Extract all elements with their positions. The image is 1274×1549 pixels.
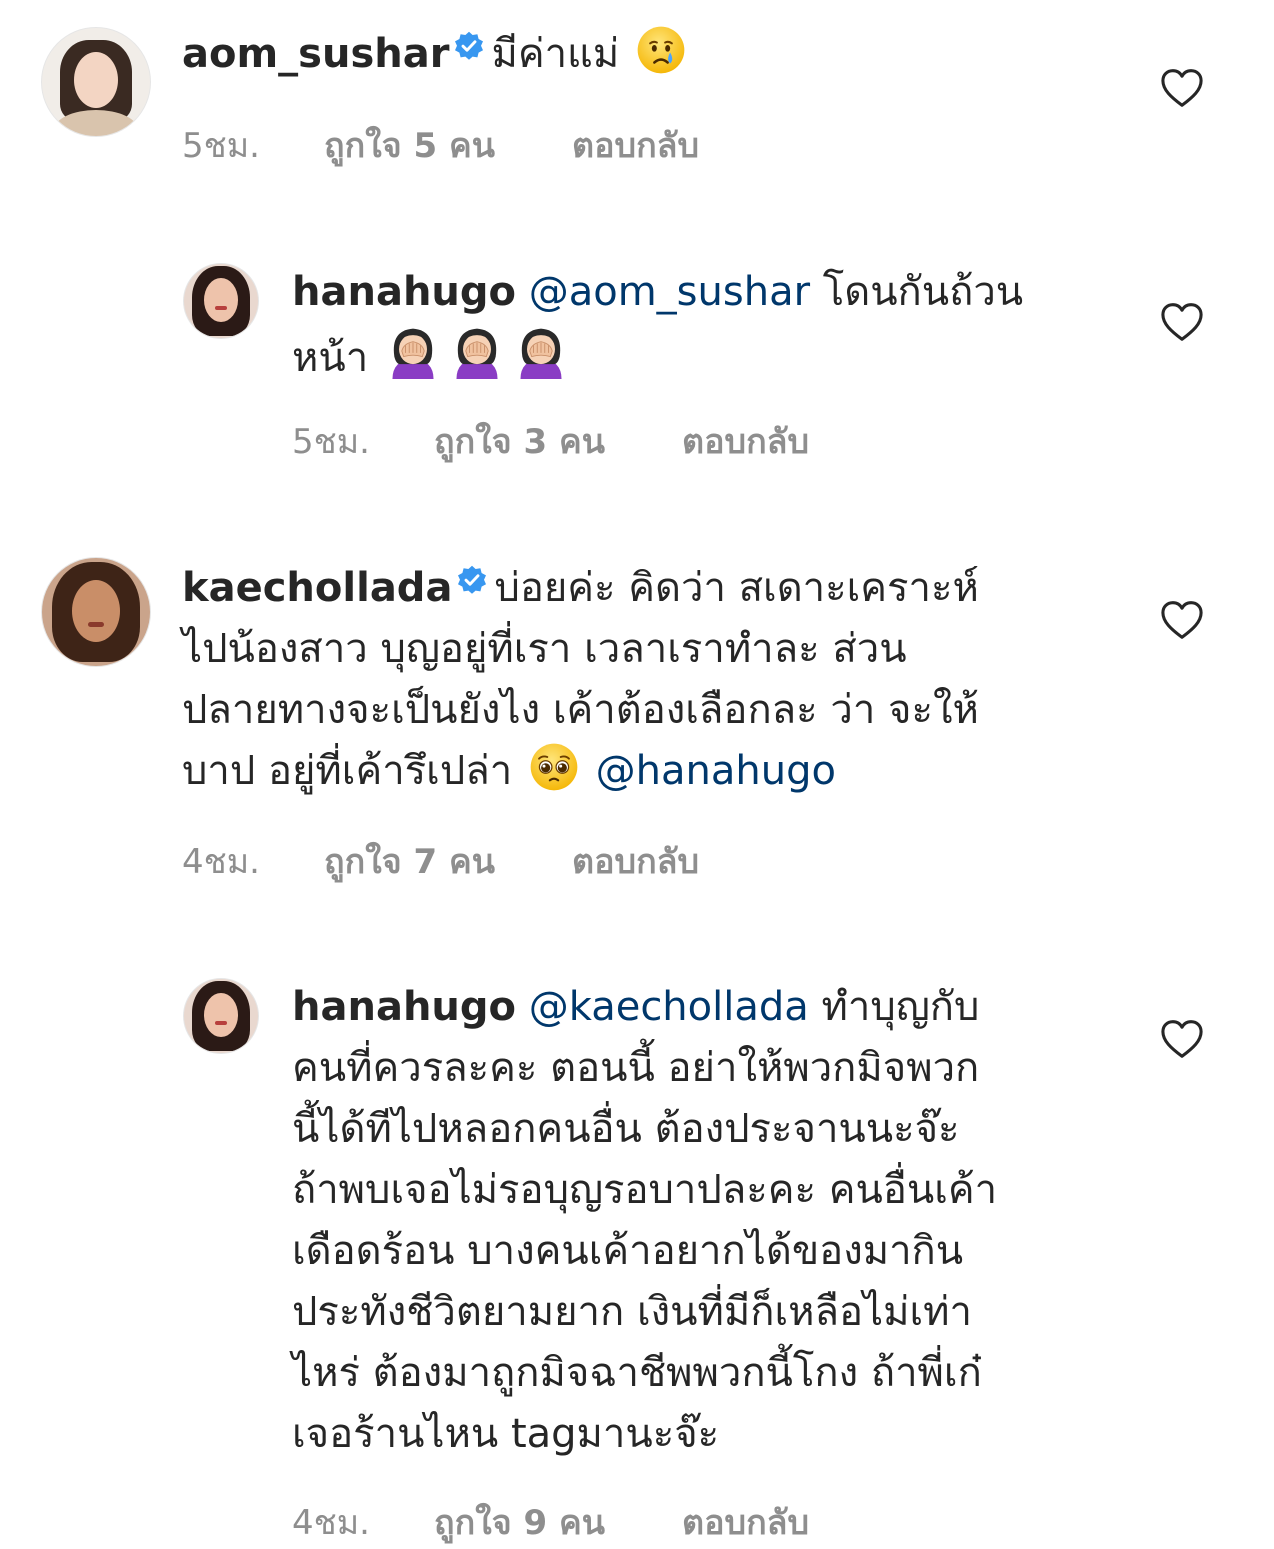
comment-text: คนที่ควรละคะ ตอนนี้ อย่าให้พวกมิจพวก [292, 1045, 980, 1091]
heart-icon[interactable] [1160, 302, 1204, 342]
mention-link[interactable]: @aom_sushar [529, 269, 810, 315]
username[interactable]: aom_sushar [182, 31, 449, 77]
heart-icon[interactable] [1160, 600, 1204, 640]
username[interactable]: kaechollada [182, 565, 452, 611]
verified-badge-icon [456, 565, 488, 597]
face-palm-emoji [385, 323, 441, 379]
comment-text: เจอร้านไหน tagมานะจ๊ะ [292, 1411, 720, 1457]
comment-text: เดือดร้อน บางคนเค้าอยากได้ของมากิน [292, 1228, 964, 1274]
comment-text: ทำบุญกับ [821, 984, 980, 1030]
comment-text: มีค่าแม่ [491, 31, 620, 77]
heart-icon[interactable] [1160, 68, 1204, 108]
comment-aom-sushar: aom_sushar มีค่าแม่ 5ชม. ถูกใจ 5 คน ตอบกลับ [0, 0, 1274, 200]
avatar[interactable] [184, 979, 258, 1053]
avatar[interactable] [184, 264, 258, 338]
comment-text: บ่อยค่ะ คิดว่า สเดาะเคราะห์ [494, 565, 979, 611]
comment-text: ไหร่ ต้องมาถูกมิจฉาชีพพวกนี้โกง ถ้าพี่เก… [292, 1350, 982, 1396]
likes-count[interactable]: ถูกใจ 5 คน [324, 118, 572, 172]
verified-badge-icon [453, 31, 485, 63]
comment-text: โดนกันถ้วน [822, 269, 1024, 315]
comment-kaechollada: kaechollada บ่อยค่ะ คิดว่า สเดาะเคราะห์ ไ… [0, 530, 1274, 900]
comment-text: ไปน้องสาว บุญอยู่ที่เรา เวลาเราทำละ ส่วน [182, 626, 907, 672]
comment-text: บาป อยู่ที่เค้ารึเปล่า [182, 748, 513, 794]
timestamp: 5ชม. [292, 422, 370, 462]
comment-body: hanahugo @aom_sushar โดนกันถ้วน หน้า [292, 262, 1122, 389]
heart-icon[interactable] [1160, 1019, 1204, 1059]
comment-body: kaechollada บ่อยค่ะ คิดว่า สเดาะเคราะห์ ไ… [182, 558, 1122, 802]
comment-text: นี้ได้ทีไปหลอกคนอื่น ต้องประจานนะจ๊ะ [292, 1106, 960, 1152]
comment-text: ถ้าพบเจอไม่รอบุญรอบาปละคะ คนอื่นเค้า [292, 1167, 998, 1213]
username[interactable]: hanahugo [292, 269, 516, 315]
username[interactable]: hanahugo [292, 984, 516, 1030]
reply-button[interactable]: ตอบกลับ [682, 414, 809, 468]
comment-reply-hanahugo-1: hanahugo @aom_sushar โดนกันถ้วน หน้า 5ชม… [0, 240, 1274, 480]
likes-count[interactable]: ถูกใจ 7 คน [324, 834, 572, 888]
avatar[interactable] [42, 558, 150, 666]
face-palm-emoji [449, 323, 505, 379]
comment-text: ประทังชีวิตยามยาก เงินที่มีก็เหลือไม่เท่… [292, 1289, 972, 1335]
likes-count[interactable]: ถูกใจ 3 คน [434, 414, 682, 468]
mention-link[interactable]: @kaechollada [529, 984, 809, 1030]
comment-body: aom_sushar มีค่าแม่ [182, 24, 1122, 85]
crying-face-emoji [636, 25, 686, 75]
pleading-face-emoji [529, 742, 579, 792]
timestamp: 5ชม. [182, 126, 260, 166]
comment-reply-hanahugo-2: hanahugo @kaechollada ทำบุญกับ คนที่ควรล… [0, 955, 1274, 1543]
mention-link[interactable]: @hanahugo [596, 748, 836, 794]
comment-meta: 5ชม. ถูกใจ 5 คน ตอบกลับ [182, 118, 699, 172]
comment-meta: 4ชม. ถูกใจ 7 คน ตอบกลับ [182, 834, 699, 888]
comment-body: hanahugo @kaechollada ทำบุญกับ คนที่ควรล… [292, 977, 1132, 1465]
comment-text: ปลายทางจะเป็นยังไง เค้าต้องเลือกละ ว่า จ… [182, 687, 979, 733]
timestamp: 4ชม. [182, 842, 260, 882]
reply-button[interactable]: ตอบกลับ [572, 118, 699, 172]
comment-text: หน้า [292, 335, 369, 381]
comment-meta: 5ชม. ถูกใจ 3 คน ตอบกลับ [292, 414, 809, 468]
reply-button[interactable]: ตอบกลับ [572, 834, 699, 888]
avatar[interactable] [42, 28, 150, 136]
face-palm-emoji [513, 323, 569, 379]
